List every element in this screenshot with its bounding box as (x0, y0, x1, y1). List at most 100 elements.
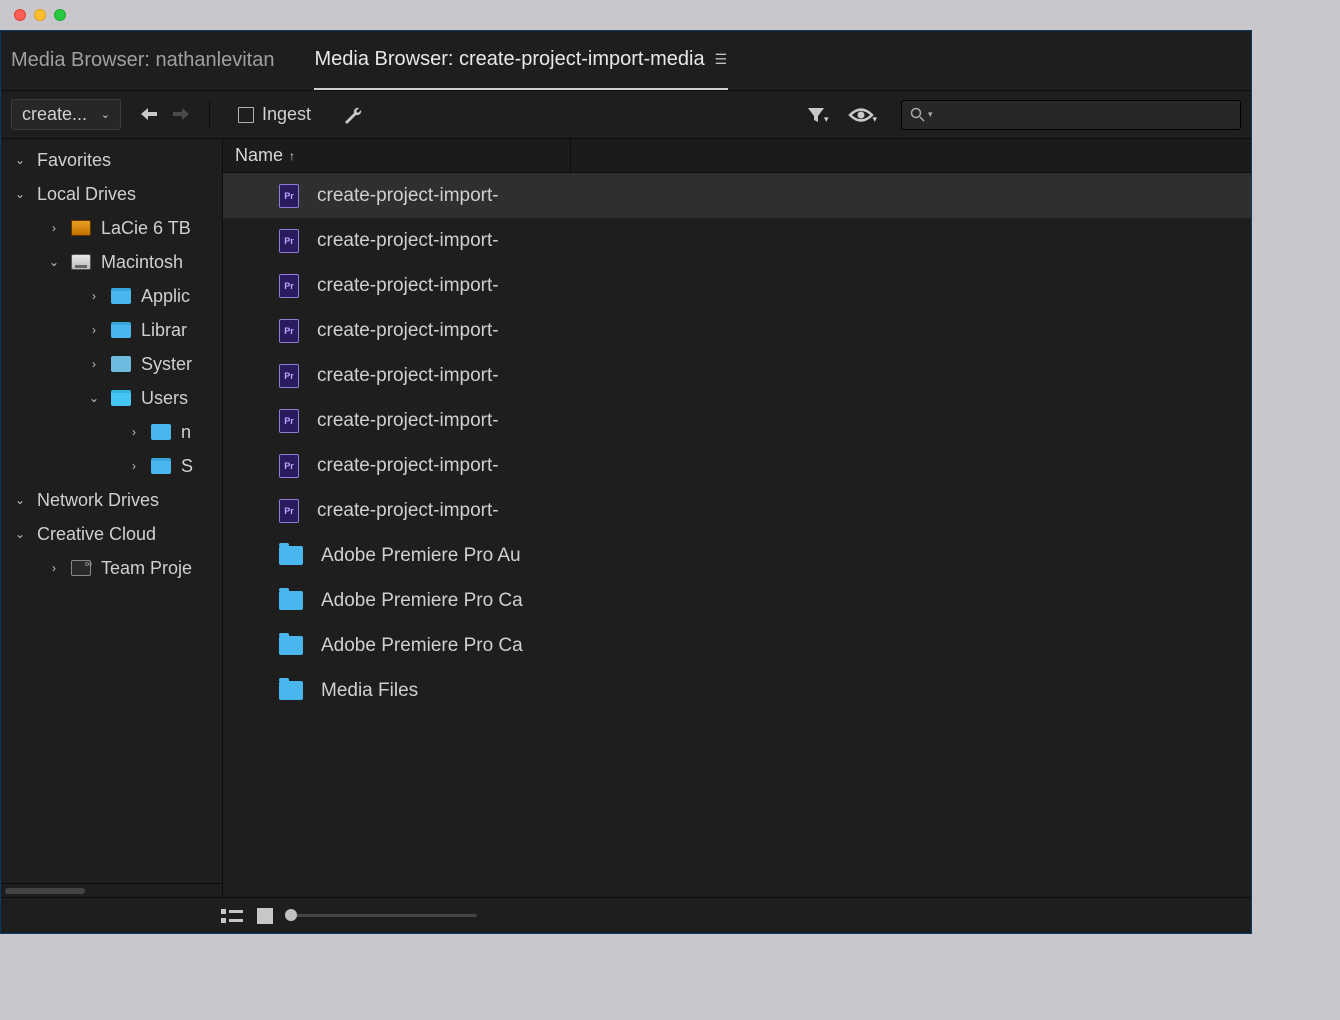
chevron-right-icon: › (127, 459, 141, 473)
app-frame: Media Browser: nathanlevitan Media Brows… (0, 30, 1252, 934)
sidebar-item-applications[interactable]: › Applic (1, 279, 222, 313)
sidebar-item-user-s[interactable]: › S (1, 449, 222, 483)
file-name: create-project-import- (317, 410, 499, 432)
search-dropdown-icon[interactable]: ▾ (928, 109, 933, 120)
forward-button (167, 100, 195, 130)
sidebar-item-users[interactable]: ⌄ Users (1, 381, 222, 415)
settings-wrench-icon[interactable] (335, 104, 369, 126)
folder-icon (111, 390, 131, 406)
sidebar-group-network-drives[interactable]: ⌄ Network Drives (1, 483, 222, 517)
file-row[interactable]: Adobe Premiere Pro Ca (223, 623, 1251, 668)
item-label: Users (141, 388, 188, 409)
item-label: S (181, 456, 193, 477)
titlebar[interactable] (0, 0, 1252, 30)
eye-icon[interactable]: ▾ (842, 104, 883, 125)
folder-icon (111, 288, 131, 304)
drive-icon (71, 220, 91, 236)
tab-active-media-browser[interactable]: Media Browser: create-project-import-med… (314, 31, 728, 90)
file-row[interactable]: Adobe Premiere Pro Au (223, 533, 1251, 578)
file-name: Media Files (321, 680, 418, 702)
back-button[interactable] (135, 100, 163, 130)
item-label: n (181, 422, 191, 443)
item-label: Syster (141, 354, 192, 375)
list-view-button[interactable] (221, 908, 243, 924)
tab-inactive-media-browser[interactable]: Media Browser: nathanlevitan (11, 31, 274, 90)
chevron-right-icon: › (87, 289, 101, 303)
window: Media Browser: nathanlevitan Media Brows… (0, 0, 1252, 934)
search-input[interactable]: ▾ (901, 100, 1241, 130)
maximize-window-button[interactable] (54, 9, 66, 21)
thumbnail-view-button[interactable] (257, 908, 273, 924)
item-label: Librar (141, 320, 187, 341)
file-row[interactable]: Pr create-project-import- (223, 263, 1251, 308)
column-label: Name (235, 145, 283, 166)
group-label: Local Drives (37, 184, 136, 205)
group-label: Favorites (37, 150, 111, 171)
close-window-button[interactable] (14, 9, 26, 21)
path-dropdown[interactable]: create... ⌄ (11, 99, 121, 130)
folder-icon (279, 546, 303, 565)
zoom-slider-handle[interactable] (285, 909, 297, 921)
nav-arrows (135, 100, 195, 130)
file-row[interactable]: Adobe Premiere Pro Ca (223, 578, 1251, 623)
dropdown-label: create... (22, 104, 87, 125)
chevron-down-icon: ⌄ (47, 255, 61, 269)
sort-ascending-icon: ↑ (289, 149, 295, 163)
sidebar-group-favorites[interactable]: ⌄ Favorites (1, 143, 222, 177)
sidebar-group-creative-cloud[interactable]: ⌄ Creative Cloud (1, 517, 222, 551)
file-name: Adobe Premiere Pro Au (321, 545, 521, 567)
file-row[interactable]: Pr create-project-import- (223, 443, 1251, 488)
file-row[interactable]: Pr create-project-import- (223, 353, 1251, 398)
column-header-name[interactable]: Name ↑ (223, 139, 1251, 173)
file-row[interactable]: Pr create-project-import- (223, 218, 1251, 263)
scrollbar-thumb[interactable] (5, 888, 85, 894)
file-row[interactable]: Media Files (223, 668, 1251, 713)
zoom-slider[interactable] (287, 914, 477, 917)
sidebar-item-team-projects[interactable]: › Team Proje (1, 551, 222, 585)
ingest-checkbox[interactable] (238, 107, 254, 123)
sidebar-horizontal-scrollbar[interactable] (1, 883, 222, 897)
file-list: Pr create-project-import- Pr create-proj… (223, 173, 1251, 897)
file-name: Adobe Premiere Pro Ca (321, 590, 523, 612)
sidebar-item-system[interactable]: › Syster (1, 347, 222, 381)
file-row[interactable]: Pr create-project-import- (223, 308, 1251, 353)
file-name: Adobe Premiere Pro Ca (321, 635, 523, 657)
premiere-project-icon: Pr (279, 184, 299, 208)
premiere-project-icon: Pr (279, 364, 299, 388)
file-name: create-project-import- (317, 275, 499, 297)
bottom-bar (1, 897, 1251, 933)
group-label: Network Drives (37, 490, 159, 511)
folder-icon (111, 356, 131, 372)
minimize-window-button[interactable] (34, 9, 46, 21)
panel-menu-icon[interactable]: ☰ (715, 58, 729, 61)
chevron-right-icon: › (87, 357, 101, 371)
chevron-right-icon: › (87, 323, 101, 337)
sidebar-item-lacie[interactable]: › LaCie 6 TB (1, 211, 222, 245)
chevron-right-icon: › (127, 425, 141, 439)
panel-tabs: Media Browser: nathanlevitan Media Brows… (1, 31, 1251, 91)
tab-label: Media Browser: create-project-import-med… (314, 48, 704, 71)
filter-funnel-icon[interactable]: ▾ (800, 104, 835, 125)
premiere-project-icon: Pr (279, 454, 299, 478)
sidebar-item-user-n[interactable]: › n (1, 415, 222, 449)
main-area: Name ↑ Pr create-project-import- Pr crea… (223, 139, 1251, 897)
chevron-down-icon: ⌄ (87, 391, 101, 405)
file-name: create-project-import- (317, 455, 499, 477)
file-row[interactable]: Pr create-project-import- (223, 173, 1251, 218)
chevron-down-icon: ⌄ (13, 187, 27, 201)
folder-icon (111, 322, 131, 338)
premiere-project-icon: Pr (279, 499, 299, 523)
sidebar-group-local-drives[interactable]: ⌄ Local Drives (1, 177, 222, 211)
sidebar-item-library[interactable]: › Librar (1, 313, 222, 347)
file-name: create-project-import- (317, 230, 499, 252)
panel-body: ⌄ Favorites ⌄ Local Drives › LaCie 6 TB … (1, 139, 1251, 897)
premiere-project-icon: Pr (279, 229, 299, 253)
sidebar-item-macintosh[interactable]: ⌄ Macintosh (1, 245, 222, 279)
item-label: Macintosh (101, 252, 183, 273)
file-name: create-project-import- (317, 365, 499, 387)
item-label: Team Proje (101, 558, 192, 579)
file-row[interactable]: Pr create-project-import- (223, 488, 1251, 533)
file-row[interactable]: Pr create-project-import- (223, 398, 1251, 443)
chevron-right-icon: › (47, 561, 61, 575)
drive-icon (71, 254, 91, 270)
